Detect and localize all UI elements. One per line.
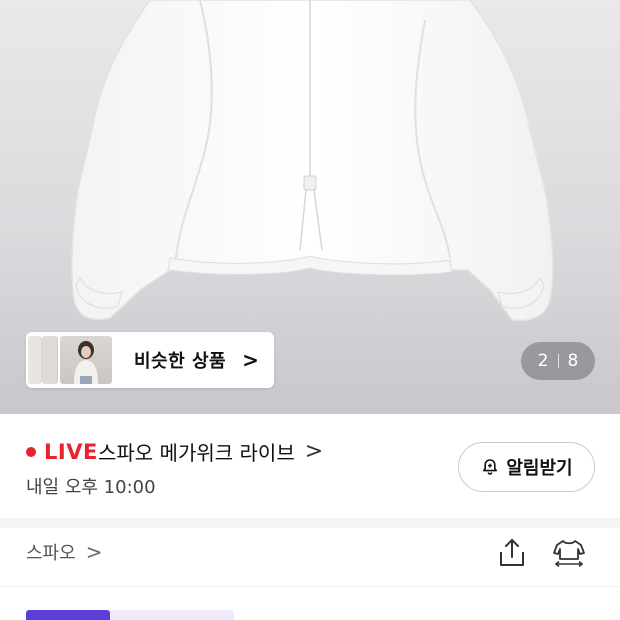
promo-tag <box>110 610 234 620</box>
live-title-link[interactable]: 스파오 메가위크 라이브 > <box>98 437 323 466</box>
chevron-right-icon: > <box>242 348 259 372</box>
live-badge: LIVE <box>26 440 98 464</box>
counter-separator <box>557 354 559 368</box>
live-badge-label: LIVE <box>44 440 98 464</box>
thumbnail-image <box>42 336 58 384</box>
section-divider <box>0 518 620 528</box>
total-pages: 8 <box>567 351 579 371</box>
notify-button[interactable]: 알림받기 <box>458 442 595 492</box>
section-divider <box>0 586 620 587</box>
live-title: 스파오 메가위크 라이브 <box>98 441 295 465</box>
similar-thumbnails <box>28 334 114 386</box>
similar-products-button[interactable]: 비슷한 상품 > <box>26 332 274 388</box>
notify-button-label: 알림받기 <box>506 458 573 479</box>
thumbnail-image <box>28 336 42 384</box>
live-time: 내일 오후 10:00 <box>26 477 156 498</box>
image-page-counter: 2 8 <box>521 342 595 380</box>
chevron-right-icon: > <box>85 540 103 564</box>
share-icon[interactable] <box>497 537 527 569</box>
size-guide-icon[interactable] <box>551 537 587 569</box>
thumbnail-model-image <box>60 336 112 384</box>
chevron-right-icon: > <box>304 439 324 464</box>
current-page: 2 <box>537 351 549 371</box>
live-dot-icon <box>26 447 36 457</box>
promo-tag <box>26 610 110 620</box>
similar-products-label: 비슷한 상품 <box>134 351 227 372</box>
product-image[interactable]: 비슷한 상품 > 2 8 <box>0 0 620 414</box>
brand-name: 스파오 <box>26 543 76 564</box>
brand-link[interactable]: 스파오 > <box>26 539 102 565</box>
bell-plus-icon <box>483 459 498 475</box>
